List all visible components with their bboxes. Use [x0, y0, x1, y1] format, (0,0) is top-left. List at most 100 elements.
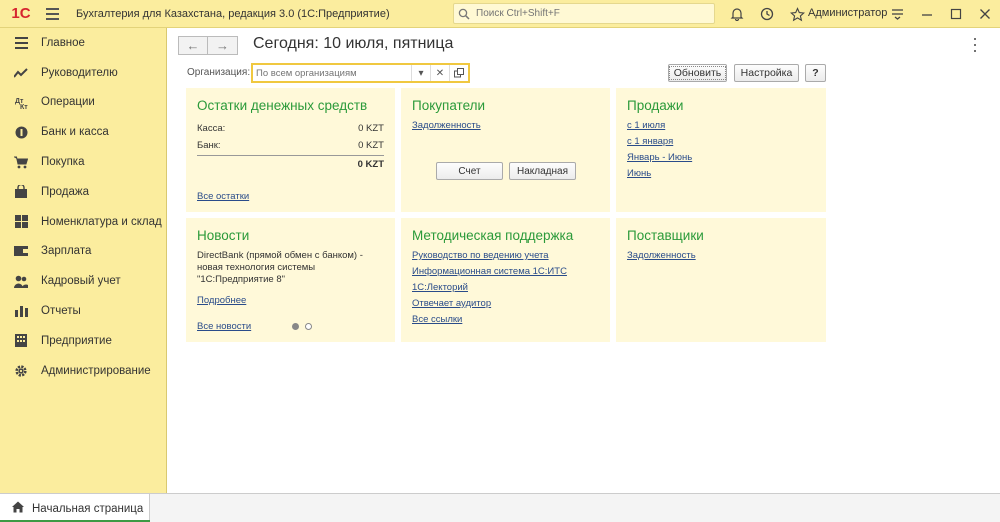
operations-icon: Дт Кт [14, 95, 28, 109]
panel-title: Продажи [627, 98, 684, 113]
cart-icon [14, 155, 28, 169]
close-icon[interactable] [970, 0, 999, 28]
sidebar-item-label: Покупка [41, 156, 85, 169]
panel-title: Покупатели [412, 98, 486, 113]
sales-link-january[interactable]: с 1 января [627, 136, 815, 147]
support-link-its[interactable]: Информационная система 1С:ИТС [412, 266, 599, 277]
tab-home-label: Начальная страница [32, 502, 144, 515]
sidebar-item-nomenclature[interactable]: Номенклатура и склад [0, 207, 166, 237]
search-icon [458, 8, 470, 20]
sidebar-item-label: Номенклатура и склад [41, 215, 162, 228]
history-icon[interactable] [752, 0, 782, 28]
main-menu-button[interactable] [46, 0, 66, 28]
buyers-debt-link[interactable]: Задолженность [412, 120, 599, 131]
suppliers-panel: Поставщики Задолженность [616, 218, 826, 342]
maximize-icon[interactable] [941, 0, 970, 28]
pager-dot[interactable] [305, 323, 312, 330]
bank-row: Банк: 0 KZT [197, 137, 384, 154]
building-icon [14, 334, 28, 348]
sidebar-item-manager[interactable]: Руководителю [0, 58, 166, 88]
news-more-link[interactable]: Подробнее [197, 295, 384, 306]
menu-lines-icon [14, 36, 28, 50]
user-name[interactable]: Администратор [808, 7, 887, 19]
back-button[interactable]: ← [178, 36, 208, 55]
sidebar-item-label: Банк и касса [41, 126, 109, 139]
sidebar-item-label: Администрирование [41, 364, 151, 377]
cash-label: Касса: [197, 123, 226, 134]
tab-home[interactable]: Начальная страница [0, 494, 150, 522]
news-panel: Новости DirectBank (прямой обмен с банко… [186, 218, 395, 342]
minimize-icon[interactable] [912, 0, 941, 28]
toolbar-icons [722, 0, 812, 28]
gear-icon [14, 364, 28, 378]
panel-title: Поставщики [627, 228, 704, 243]
panel-title: Методическая поддержка [412, 228, 574, 243]
sidebar-item-main[interactable]: Главное [0, 28, 166, 58]
waybill-button[interactable]: Накладная [509, 162, 576, 180]
forward-button[interactable]: → [208, 36, 238, 55]
sidebar-item-bank[interactable]: Банк и касса [0, 117, 166, 147]
invoice-button[interactable]: Счет [436, 162, 503, 180]
bell-icon[interactable] [722, 0, 752, 28]
buyers-panel: Покупатели Задолженность Счет Накладная [401, 88, 610, 212]
main-area: ← → Сегодня: 10 июля, пятница Организаци… [168, 28, 1000, 493]
sidebar-item-label: Предприятие [41, 334, 112, 347]
all-balances-link[interactable]: Все остатки [197, 191, 249, 202]
sidebar-item-label: Отчеты [41, 305, 81, 318]
page-title: Сегодня: 10 июля, пятница [253, 35, 454, 52]
clear-icon[interactable]: ✕ [430, 65, 449, 81]
organization-label: Организация: [187, 67, 251, 78]
bank-value: 0 KZT [358, 140, 384, 151]
home-icon [12, 501, 24, 516]
sidebar-item-label: Главное [41, 36, 85, 49]
sales-link-jan-jun[interactable]: Январь - Июнь [627, 152, 815, 163]
dropdown-icon[interactable]: ▾ [411, 65, 430, 81]
support-link-all[interactable]: Все ссылки [412, 314, 599, 325]
sidebar-item-hr[interactable]: Кадровый учет [0, 266, 166, 296]
settings-button[interactable]: Настройка [734, 64, 799, 82]
search-input[interactable] [476, 8, 696, 19]
app-title: Бухгалтерия для Казахстана, редакция 3.0… [76, 7, 390, 20]
sidebar-item-operations[interactable]: Дт Кт Операции [0, 88, 166, 118]
organization-input[interactable] [253, 65, 411, 81]
suppliers-debt-link[interactable]: Задолженность [627, 250, 815, 261]
open-icon[interactable] [449, 65, 468, 81]
total-row: 0 KZT [197, 156, 384, 173]
sales-link-july[interactable]: с 1 июля [627, 120, 815, 131]
panel-title: Новости [197, 228, 250, 243]
arrow-right-icon: → [216, 38, 229, 53]
window-controls [883, 0, 999, 28]
sidebar-item-label: Зарплата [41, 245, 92, 258]
sidebar-item-reports[interactable]: Отчеты [0, 296, 166, 326]
support-link-lectures[interactable]: 1С:Лекторий [412, 282, 599, 293]
grid-icon [14, 215, 28, 229]
sidebar-item-administration[interactable]: Администрирование [0, 356, 166, 386]
total-value: 0 KZT [357, 159, 384, 170]
all-news-link[interactable]: Все новости [197, 321, 251, 332]
sidebar: Главное Руководителю Дт Кт Операции Банк … [0, 28, 167, 493]
refresh-button[interactable]: Обновить [668, 64, 727, 82]
sidebar-item-enterprise[interactable]: Предприятие [0, 326, 166, 356]
bar-chart-icon [14, 304, 28, 318]
cash-value: 0 KZT [358, 123, 384, 134]
more-options-icon[interactable] [972, 38, 978, 52]
cash-balance-panel: Остатки денежных средств Касса: 0 KZT Ба… [186, 88, 395, 212]
sidebar-item-salary[interactable]: Зарплата [0, 237, 166, 267]
organization-field[interactable]: ▾ ✕ [251, 63, 470, 83]
navigation-buttons: ← → [178, 36, 238, 55]
panel-title: Остатки денежных средств [197, 98, 368, 113]
sidebar-item-sale[interactable]: Продажа [0, 177, 166, 207]
support-link-auditor[interactable]: Отвечает аудитор [412, 298, 599, 309]
coin-icon [14, 125, 28, 139]
support-link-guide[interactable]: Руководство по ведению учета [412, 250, 599, 261]
support-panel: Методическая поддержка Руководство по ве… [401, 218, 610, 342]
search-box[interactable] [453, 3, 715, 24]
arrow-left-icon: ← [186, 38, 200, 53]
pager-dot-active[interactable] [292, 323, 299, 330]
help-button[interactable]: ? [805, 64, 826, 82]
sales-link-june[interactable]: Июнь [627, 168, 815, 179]
settings-lines-icon[interactable] [883, 0, 912, 28]
sidebar-item-label: Кадровый учет [41, 275, 121, 288]
sidebar-item-purchase[interactable]: Покупка [0, 147, 166, 177]
sidebar-item-label: Операции [41, 96, 95, 109]
